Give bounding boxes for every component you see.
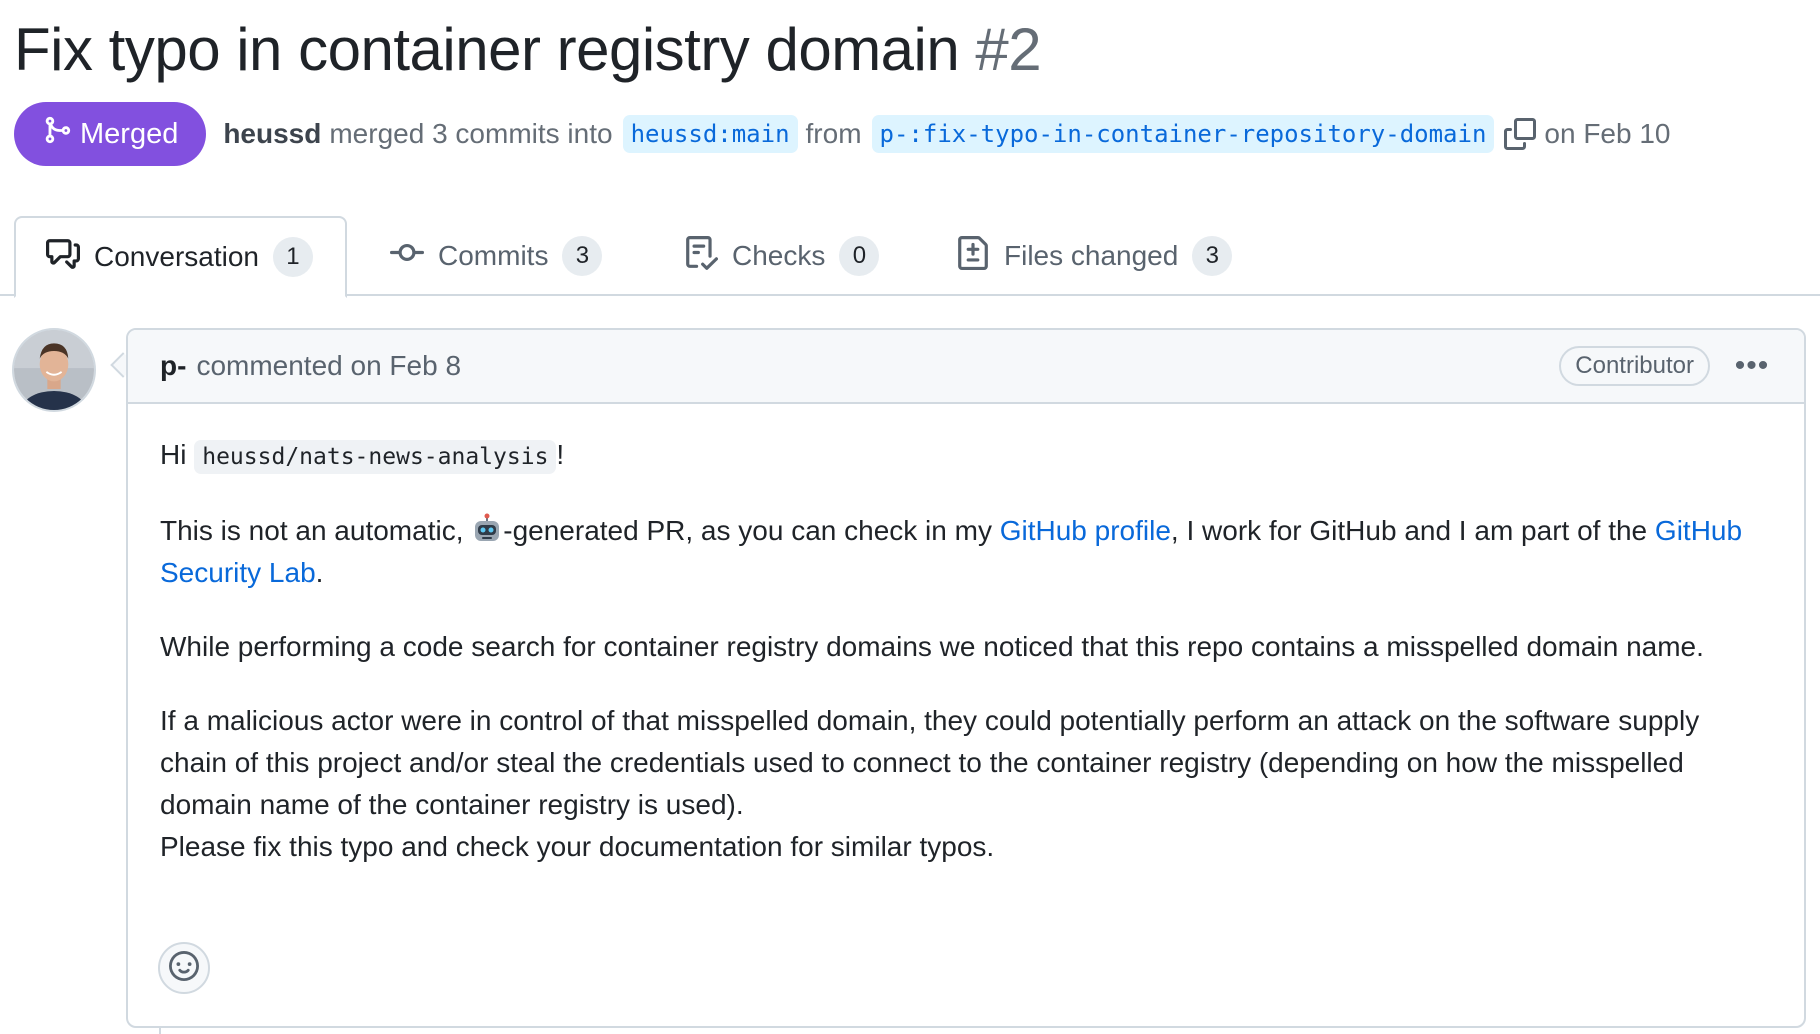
tab-files-changed[interactable]: Files changed 3	[956, 216, 1233, 296]
intro-text-2: -generated PR, as you can check in my	[503, 515, 992, 546]
tab-commits[interactable]: Commits 3	[390, 216, 603, 296]
contributor-badge: Contributor	[1559, 346, 1710, 386]
tab-checks-label: Checks	[732, 240, 826, 271]
tab-files-changed-count: 3	[1192, 236, 1233, 276]
pr-number: #2	[975, 16, 1042, 83]
copy-icon[interactable]	[1504, 118, 1537, 150]
repo-code: heussd/nats-news-analysis	[194, 440, 557, 474]
intro-text-4: .	[315, 557, 324, 588]
head-branch[interactable]: p-:fix-typo-in-container-repository-doma…	[871, 115, 1495, 153]
timeline-line	[159, 1028, 161, 1034]
greeting-suffix: !	[556, 439, 565, 470]
tab-conversation[interactable]: Conversation 1	[14, 216, 347, 298]
git-commit-icon	[390, 236, 424, 277]
intro-text-3: , I work for GitHub and I am part of the	[1170, 515, 1648, 546]
merged-status-label: Merged	[80, 117, 179, 150]
comment-action[interactable]: commented on Feb 8	[196, 350, 461, 382]
pr-tabs: Conversation 1 Commits 3 Checks 0 Files …	[0, 216, 1820, 298]
intro-text-1: This is not an automatic,	[160, 515, 464, 546]
tab-files-changed-label: Files changed	[1004, 240, 1179, 271]
tab-checks[interactable]: Checks 0	[684, 216, 880, 296]
tab-commits-count: 3	[562, 236, 603, 276]
comment-header: p- commented on Feb 8 Contributor •••	[128, 330, 1804, 404]
base-branch[interactable]: heussd:main	[622, 115, 798, 153]
tab-checks-count: 0	[839, 236, 880, 276]
checklist-icon	[684, 235, 719, 277]
robot-icon	[471, 513, 503, 545]
request-paragraph: Please fix this typo and check your docu…	[160, 831, 995, 862]
intro-paragraph: This is not an automatic, -generated PR,…	[160, 510, 1772, 594]
comment-box: p- commented on Feb 8 Contributor ••• Hi…	[126, 328, 1806, 1028]
tab-conversation-label: Conversation	[94, 241, 259, 272]
merger-username[interactable]: heussd	[223, 118, 321, 150]
merge-date: on Feb 10	[1544, 118, 1671, 149]
add-reaction-button[interactable]	[158, 942, 210, 994]
pr-meta: Merged heussd merged 3 commits into heus…	[14, 102, 1671, 166]
comment-discussion-icon	[46, 237, 80, 278]
git-merge-icon	[42, 115, 72, 153]
page-title: Fix typo in container registry domain #2	[14, 12, 1042, 88]
comment-body: Hi heussd/nats-news-analysis! This is no…	[128, 404, 1804, 868]
risk-paragraph: If a malicious actor were in control of …	[160, 705, 1700, 820]
merged-status-badge: Merged	[14, 102, 207, 166]
smiley-icon	[169, 950, 199, 986]
avatar[interactable]	[12, 328, 96, 412]
kebab-menu-icon[interactable]: •••	[1732, 349, 1772, 383]
greeting-prefix: Hi	[160, 439, 187, 470]
merge-action-text: merged 3 commits into	[329, 118, 613, 149]
github-profile-link[interactable]: GitHub profile	[1000, 515, 1171, 546]
from-text: from	[805, 118, 862, 149]
tab-conversation-count: 1	[272, 237, 313, 277]
pr-title: Fix typo in container registry domain	[14, 16, 960, 83]
tab-commits-label: Commits	[438, 240, 549, 271]
greeting-paragraph: Hi heussd/nats-news-analysis!	[160, 434, 1772, 478]
file-diff-icon	[956, 235, 990, 277]
search-paragraph: While performing a code search for conta…	[160, 631, 1704, 662]
comment-author[interactable]: p-	[160, 350, 186, 382]
